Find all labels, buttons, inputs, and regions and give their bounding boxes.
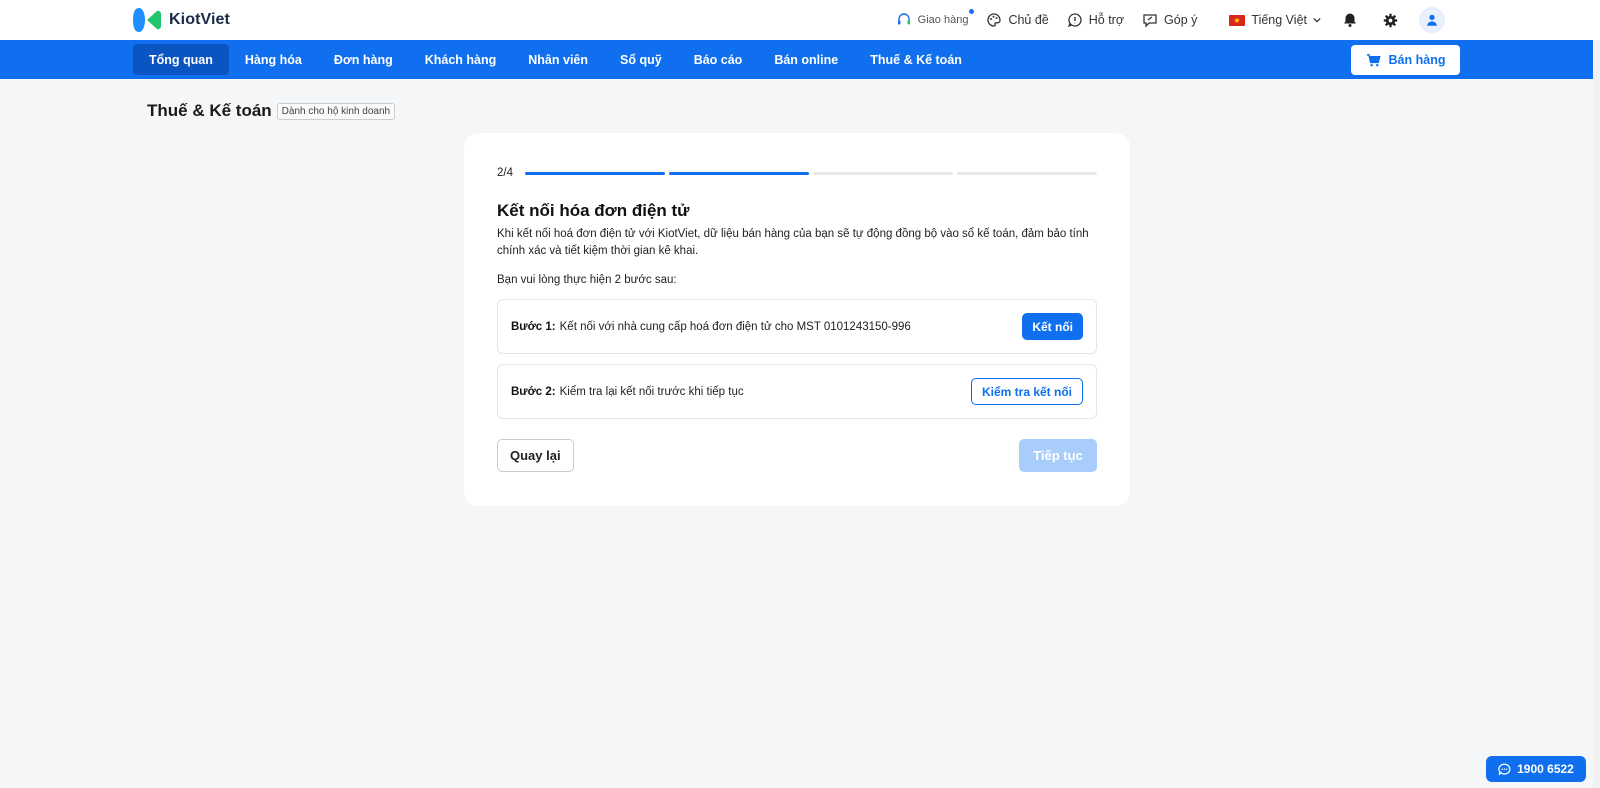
step-2-label: Bước 2: bbox=[511, 385, 556, 398]
feedback-link[interactable]: Góp ý bbox=[1142, 12, 1197, 28]
step-2-text: Kiểm tra lại kết nối trước khi tiếp tục bbox=[559, 385, 744, 398]
gear-icon bbox=[1383, 13, 1397, 27]
top-bar: KiotViet Giao hàng Chủ đề Hỗ trợ Góp ý ★… bbox=[0, 0, 1600, 40]
chat-bubble-icon bbox=[1498, 763, 1511, 775]
step-1-text: Kết nối với nhà cung cấp hoá đơn điện tử… bbox=[559, 320, 911, 333]
nav-item-cashbook[interactable]: Sổ quỹ bbox=[604, 44, 678, 75]
page-title: Thuế & Kế toán bbox=[147, 101, 272, 120]
feedback-icon bbox=[1143, 14, 1157, 28]
step-1-box: Bước 1: Kết nối với nhà cung cấp hoá đơn… bbox=[497, 299, 1097, 354]
progress-segment-3 bbox=[813, 171, 953, 175]
step-2-box: Bước 2: Kiểm tra lại kết nối trước khi t… bbox=[497, 364, 1097, 419]
step-title: Kết nối hóa đơn điện tử bbox=[497, 201, 690, 220]
back-button[interactable]: Quay lại bbox=[497, 439, 574, 472]
logo[interactable]: KiotViet bbox=[133, 6, 230, 34]
hotline-button[interactable]: 1900 6522 bbox=[1486, 756, 1586, 782]
palette-icon bbox=[987, 13, 1002, 27]
progress-segment-1 bbox=[525, 171, 665, 175]
step-1-label: Bước 1: bbox=[511, 320, 556, 333]
wizard-progress: 2/4 bbox=[497, 167, 1097, 179]
connect-button[interactable]: Kết nối bbox=[1022, 313, 1083, 340]
support-chat-icon bbox=[1067, 13, 1082, 28]
step-1-text-row: Bước 1: Kết nối với nhà cung cấp hoá đơn… bbox=[511, 300, 911, 353]
nav-item-customers[interactable]: Khách hàng bbox=[409, 44, 513, 75]
notifications-button[interactable] bbox=[1339, 9, 1361, 31]
user-avatar-button[interactable] bbox=[1419, 7, 1445, 33]
nav-item-reports[interactable]: Báo cáo bbox=[678, 44, 759, 75]
nav-item-overview[interactable]: Tổng quan bbox=[133, 44, 229, 75]
step-intro: Bạn vui lòng thực hiện 2 bước sau: bbox=[497, 274, 677, 286]
nav-item-online-sales[interactable]: Bán online bbox=[758, 44, 854, 75]
sell-label: Bán hàng bbox=[1388, 53, 1446, 67]
headset-icon bbox=[897, 13, 910, 25]
nav-item-tax-accounting[interactable]: Thuế & Kế toán bbox=[854, 44, 978, 75]
language-label: Tiếng Việt bbox=[1251, 13, 1307, 27]
support-link[interactable]: Hỗ trợ bbox=[1067, 12, 1124, 28]
user-icon bbox=[1427, 14, 1437, 26]
bell-icon bbox=[1344, 13, 1356, 27]
wizard-card: 2/4 Kết nối hóa đơn điện tử Khi kết nối … bbox=[464, 133, 1130, 506]
step-description: Khi kết nối hoá đơn điện tử với KiotViet… bbox=[497, 228, 1089, 257]
settings-button[interactable] bbox=[1379, 9, 1401, 31]
check-connection-button[interactable]: Kiểm tra kết nối bbox=[970, 378, 1083, 405]
vietnam-flag-icon bbox=[1229, 14, 1246, 26]
hotline-number: 1900 6522 bbox=[1517, 762, 1574, 776]
brand-name: KiotViet bbox=[169, 11, 230, 28]
nav-menu: Tổng quan Hàng hóa Đơn hàng Khách hàng N… bbox=[133, 44, 978, 75]
feedback-label: Góp ý bbox=[1164, 13, 1198, 27]
cart-icon bbox=[1366, 53, 1381, 66]
theme-link[interactable]: Chủ đề bbox=[986, 12, 1049, 28]
nav-item-products[interactable]: Hàng hóa bbox=[229, 44, 318, 75]
step-2-text-row: Bước 2: Kiểm tra lại kết nối trước khi t… bbox=[511, 365, 744, 418]
nav-item-orders[interactable]: Đơn hàng bbox=[318, 44, 409, 75]
continue-button[interactable]: Tiếp tục bbox=[1019, 439, 1097, 472]
kiotviet-logo-icon bbox=[133, 6, 161, 34]
chevron-down-icon bbox=[1313, 17, 1321, 23]
delivery-label: Giao hàng bbox=[917, 14, 969, 26]
progress-segment-4 bbox=[957, 171, 1097, 175]
page-header: Thuế & Kế toán Dành cho hộ kinh doanh bbox=[147, 101, 396, 121]
language-selector[interactable]: Tiếng Việt bbox=[1229, 13, 1321, 27]
progress-label: 2/4 bbox=[497, 167, 513, 179]
page-scrollbar[interactable] bbox=[1593, 40, 1600, 788]
page-tag: Dành cho hộ kinh doanh bbox=[276, 102, 396, 120]
main-navbar: Tổng quan Hàng hóa Đơn hàng Khách hàng N… bbox=[0, 40, 1593, 79]
progress-segment-2 bbox=[669, 171, 809, 175]
notification-dot bbox=[969, 9, 975, 14]
nav-item-employees[interactable]: Nhân viên bbox=[512, 44, 604, 75]
support-label: Hỗ trợ bbox=[1088, 13, 1125, 27]
theme-label: Chủ đề bbox=[1008, 13, 1049, 27]
top-actions: Giao hàng Chủ đề Hỗ trợ Góp ý ★ Tiếng Vi… bbox=[896, 0, 1445, 40]
sell-button[interactable]: Bán hàng bbox=[1351, 45, 1460, 75]
delivery-link[interactable]: Giao hàng bbox=[896, 9, 975, 28]
